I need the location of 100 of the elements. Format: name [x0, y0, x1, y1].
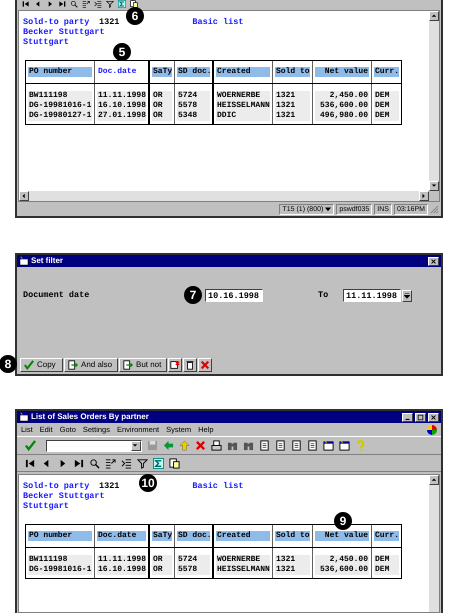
column-header[interactable]: Doc.date	[97, 531, 146, 541]
table-cell: 1321	[275, 111, 310, 121]
last-page-icon[interactable]	[73, 458, 84, 468]
maximize-icon	[417, 414, 424, 420]
triangle-icon	[21, 193, 27, 199]
filter-button[interactable]: And also	[64, 358, 118, 372]
filter-icon[interactable]	[137, 458, 148, 468]
list-arrow-icon[interactable]	[82, 0, 90, 8]
document-icon[interactable]	[169, 458, 180, 468]
up-arrow-icon[interactable]	[179, 440, 190, 451]
column-header[interactable]: SaTy	[152, 67, 172, 77]
table-cell: 27.01.1998	[97, 111, 146, 121]
column-header[interactable]: Curr.	[374, 531, 399, 541]
document-icon[interactable]	[130, 0, 138, 8]
date-from-field[interactable]: 10.16.1998	[205, 289, 263, 302]
search-icon[interactable]	[89, 458, 100, 468]
caret-icon	[325, 206, 332, 212]
list-sort-icon[interactable]	[121, 458, 132, 468]
vertical-scrollbar[interactable]	[429, 475, 439, 612]
table-cell: DEM	[374, 565, 399, 575]
table-cell: 5724	[177, 555, 210, 565]
column-header[interactable]: Net value	[315, 67, 369, 77]
first-page-icon[interactable]	[25, 458, 36, 468]
to-label: To	[318, 290, 328, 300]
table-cell: DDIC	[216, 111, 270, 121]
close-button[interactable]	[428, 412, 439, 422]
horizontal-scrollbar[interactable]	[19, 191, 429, 201]
filter-button[interactable]: Copy	[20, 358, 63, 372]
binoculars-icon[interactable]	[243, 440, 254, 451]
table-cell: OR	[152, 555, 172, 565]
window-icon[interactable]	[323, 440, 334, 451]
cancel-icon[interactable]	[200, 360, 210, 370]
page-icon[interactable]	[275, 440, 286, 451]
filter-button[interactable]: But not	[119, 358, 167, 372]
table-cell: 1321	[275, 91, 310, 101]
close-icon	[430, 258, 437, 264]
dropdown-button[interactable]	[402, 290, 412, 302]
previous-icon[interactable]	[34, 0, 42, 8]
table-cell: 1321	[275, 555, 310, 565]
table-cell: OR	[152, 101, 172, 111]
page-icon[interactable]	[307, 440, 318, 451]
table-cell: 496,980.00	[315, 111, 369, 121]
field-label: Document date	[23, 290, 90, 300]
table-cell: 11.11.1998	[97, 555, 146, 565]
column-header[interactable]: SD doc.	[177, 67, 210, 77]
trash-icon[interactable]	[185, 360, 195, 370]
column-header[interactable]: Sold to	[275, 531, 310, 541]
search-icon[interactable]	[70, 0, 78, 8]
last-page-icon[interactable]	[58, 0, 66, 8]
scroll-left-button[interactable]	[19, 191, 29, 201]
sigma-icon[interactable]	[153, 458, 164, 468]
minimize-button[interactable]	[402, 412, 413, 422]
close-icon	[430, 414, 437, 420]
check-icon[interactable]	[25, 440, 36, 451]
scroll-down-button[interactable]	[429, 181, 439, 191]
vertical-scrollbar[interactable]	[429, 11, 439, 191]
table-cell: DG-19981016-1	[28, 101, 92, 111]
date-to-field[interactable]: 11.11.1998	[343, 289, 401, 302]
table-cell: BW111198	[28, 91, 92, 101]
column-header[interactable]: Net value	[315, 531, 369, 541]
page-icon[interactable]	[291, 440, 302, 451]
column-header[interactable]: Sold to	[275, 67, 310, 77]
table-cell: DG-19980127-1	[28, 111, 92, 121]
partner-city: Stuttgart	[23, 501, 69, 511]
printer-icon[interactable]	[211, 440, 222, 451]
sold-to-label: Sold-to party	[23, 481, 90, 491]
table-cell: OR	[152, 111, 172, 121]
window-icon[interactable]	[339, 440, 350, 451]
column-header[interactable]: PO number	[28, 67, 92, 77]
page-icon[interactable]	[259, 440, 270, 451]
column-header[interactable]: PO number	[28, 531, 92, 541]
column-header[interactable]: Created	[216, 67, 270, 77]
list-sort-icon[interactable]	[94, 0, 102, 8]
command-field[interactable]	[46, 440, 142, 452]
column-header[interactable]: SaTy	[152, 531, 172, 541]
check-icon	[24, 360, 34, 370]
list-arrow-icon[interactable]	[105, 458, 116, 468]
table-cell: 2,450.00	[315, 91, 369, 101]
partner-city: Stuttgart	[23, 37, 69, 47]
column-header[interactable]: Curr.	[374, 67, 399, 77]
close-button[interactable]	[428, 256, 439, 266]
sigma-icon[interactable]	[118, 0, 126, 8]
binoculars-icon[interactable]	[227, 440, 238, 451]
filter-icon[interactable]	[106, 0, 114, 8]
resize-grip-icon[interactable]	[430, 204, 439, 214]
column-header[interactable]: Created	[216, 531, 270, 541]
sold-to-value: 1321	[99, 481, 120, 491]
scroll-up-button[interactable]	[429, 475, 439, 485]
maximize-button[interactable]	[415, 412, 426, 422]
partner-name: Becker Stuttgart	[23, 27, 105, 37]
scroll-right-button[interactable]	[419, 191, 429, 201]
delete-row-icon[interactable]	[170, 360, 180, 370]
first-page-icon[interactable]	[22, 0, 30, 8]
triangle-icon	[431, 13, 437, 19]
cancel-icon[interactable]	[195, 440, 206, 451]
table-cell: DEM	[374, 555, 399, 565]
column-header[interactable]: SD doc.	[177, 531, 210, 541]
list-title: Basic list	[192, 481, 244, 491]
scroll-up-button[interactable]	[429, 11, 439, 21]
next-icon[interactable]	[46, 0, 54, 8]
